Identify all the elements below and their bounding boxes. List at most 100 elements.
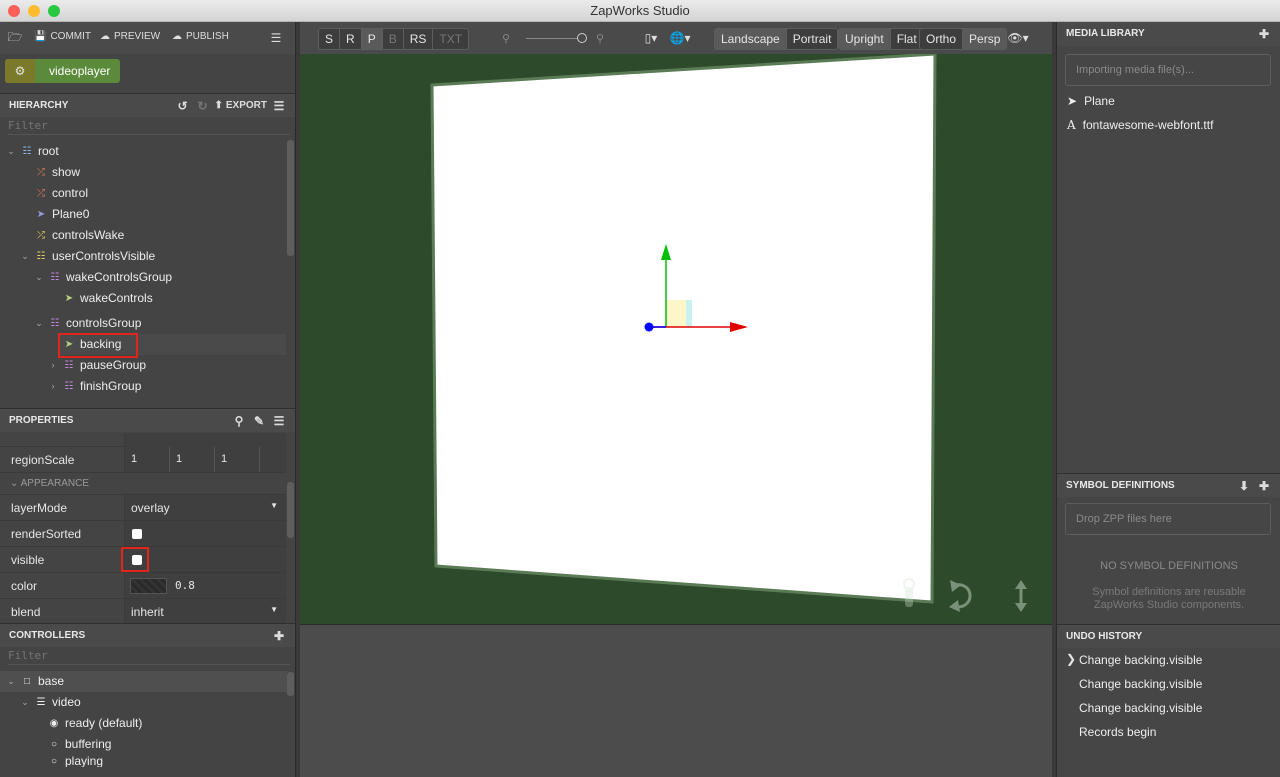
view-s-button[interactable]: S	[319, 29, 341, 49]
media-library-title: MEDIA LIBRARY	[1066, 28, 1145, 39]
controller-item-base[interactable]: ⌄ □ base	[6, 671, 64, 692]
download-icon[interactable]: ⬇	[1236, 478, 1252, 494]
tree-item-label: root	[38, 144, 59, 158]
color-alpha-value[interactable]: 0.8	[175, 579, 195, 592]
zoom-slider-thumb[interactable]	[577, 33, 587, 43]
tree-item-plane0[interactable]: ➤ Plane0	[20, 204, 90, 225]
hierarchy-scrollbar[interactable]	[287, 140, 294, 256]
property-row-partial	[0, 433, 286, 447]
font-icon: A	[1067, 118, 1076, 132]
tree-item-controlsgroup[interactable]: ⌄ ☷ controlsGroup	[34, 313, 141, 334]
chevron-down-icon[interactable]: ⌄	[34, 267, 44, 288]
controller-state-ready[interactable]: ◉ ready (default)	[48, 713, 143, 734]
zoom-out-icon[interactable]: ⚲	[498, 30, 514, 46]
gear-icon: ⚙	[5, 59, 35, 83]
media-item-plane[interactable]: ➤ Plane	[1067, 94, 1115, 108]
group-icon: ☷	[22, 146, 32, 157]
view-b-button[interactable]: B	[383, 29, 404, 49]
blend-select[interactable]: inherit ▼	[124, 599, 286, 624]
plane-object[interactable]	[430, 52, 937, 604]
add-media-icon[interactable]: ✚	[1256, 26, 1272, 42]
eye-dropdown-icon[interactable]: 👁▾	[1006, 30, 1030, 46]
export-button[interactable]: ⬆ EXPORT	[214, 94, 267, 118]
chevron-right-icon[interactable]: ›	[48, 355, 58, 376]
controller-state-buffering[interactable]: ○ buffering	[48, 734, 112, 755]
view-rs-button[interactable]: RS	[404, 29, 434, 49]
tree-item-pausegroup[interactable]: › ☷ pauseGroup	[48, 355, 147, 376]
chevron-down-icon[interactable]: ⌄	[34, 313, 44, 334]
tree-item-wakecontrols[interactable]: ➤ wakeControls	[48, 288, 153, 309]
3d-viewport[interactable]	[300, 52, 1052, 624]
hierarchy-menu-icon[interactable]: ☰	[271, 98, 287, 114]
chevron-down-icon[interactable]: ⌄	[6, 141, 16, 162]
commit-button[interactable]: 💾 COMMIT	[34, 31, 91, 42]
gizmo-plane-yz[interactable]	[686, 300, 692, 327]
left-panel: 🗁 💾 COMMIT ☁ PREVIEW ☁ PUBLISH ☰ ⚙ videopla…	[0, 22, 296, 777]
view-p-button[interactable]: P	[361, 29, 383, 49]
properties-scrollbar[interactable]	[287, 482, 294, 538]
color-swatch[interactable]	[130, 578, 167, 594]
tree-item-controlswake[interactable]: ⤮ controlsWake	[20, 225, 124, 246]
edit-icon[interactable]: ✎	[251, 413, 267, 429]
controller-item-video[interactable]: ⌄ ☰ video	[20, 692, 80, 713]
zoom-in-icon[interactable]: ⚲	[592, 30, 608, 46]
undo-item[interactable]: Records begin	[1079, 725, 1156, 739]
undo-item[interactable]: Change backing.visible	[1079, 677, 1202, 691]
search-icon[interactable]: ⚲	[231, 413, 247, 429]
no-symbols-description: Symbol definitions are reusable ZapWorks…	[1092, 586, 1246, 611]
gizmo-z-handle[interactable]	[644, 322, 654, 332]
hierarchy-filter-input[interactable]	[8, 117, 290, 135]
media-import-dropzone[interactable]: Importing media file(s)...	[1065, 54, 1271, 86]
viewport-toolbar: S R P B RS TXT ⚲ ⚲ ▯▾ 🌐▾ Landscape Portr…	[300, 22, 1052, 54]
rotate-icon[interactable]	[949, 580, 972, 612]
close-window-button[interactable]	[8, 5, 20, 17]
undo-icon[interactable]: ↺	[174, 98, 190, 114]
render-sorted-checkbox[interactable]	[132, 529, 142, 539]
tree-item-finishgroup[interactable]: › ☷ finishGroup	[48, 376, 142, 397]
controllers-scrollbar[interactable]	[287, 672, 294, 696]
maximize-window-button[interactable]	[48, 5, 60, 17]
zpp-dropzone[interactable]: Drop ZPP files here	[1065, 503, 1271, 535]
project-badge[interactable]: ⚙ videoplayer	[5, 59, 120, 83]
chevron-down-icon[interactable]: ⌄	[20, 246, 30, 267]
add-controller-icon[interactable]: ✚	[271, 628, 287, 644]
add-symbol-icon[interactable]: ✚	[1256, 478, 1272, 494]
flat-button[interactable]: Flat	[891, 29, 923, 49]
undo-item[interactable]: Change backing.visible	[1079, 653, 1202, 667]
undo-item[interactable]: Change backing.visible	[1079, 701, 1202, 715]
zoom-slider-track[interactable]	[526, 38, 582, 39]
properties-menu-icon[interactable]: ☰	[271, 413, 287, 429]
tree-item-show[interactable]: ⤮ show	[20, 162, 80, 183]
tree-item-control[interactable]: ⤮ control	[20, 183, 88, 204]
group-icon: ☷	[64, 360, 74, 371]
redo-icon[interactable]: ↻	[194, 98, 210, 114]
upright-button[interactable]: Upright	[839, 29, 891, 49]
view-r-button[interactable]: R	[340, 29, 362, 49]
preview-button[interactable]: ☁ PREVIEW	[100, 31, 160, 42]
ortho-button[interactable]: Ortho	[920, 29, 964, 49]
portrait-button[interactable]: Portrait	[787, 29, 838, 49]
window-title: ZapWorks Studio	[590, 3, 690, 18]
media-item-font[interactable]: A fontawesome-webfont.ttf	[1067, 118, 1213, 132]
device-dropdown-icon[interactable]: ▯▾	[640, 30, 662, 46]
persp-button[interactable]: Persp	[963, 29, 1007, 49]
region-scale-x-input[interactable]: 1	[125, 447, 170, 472]
publish-button[interactable]: ☁ PUBLISH	[172, 31, 229, 42]
open-folder-icon[interactable]: 🗁	[7, 30, 23, 46]
globe-dropdown-icon[interactable]: 🌐▾	[668, 30, 692, 46]
chevron-right-icon[interactable]: ›	[48, 376, 58, 397]
region-scale-z-input[interactable]: 1	[215, 447, 260, 472]
controllers-filter-input[interactable]	[8, 647, 290, 665]
vertical-resize-icon[interactable]	[1015, 580, 1027, 612]
controller-state-playing[interactable]: ○ playing	[48, 755, 103, 767]
landscape-button[interactable]: Landscape	[715, 29, 787, 49]
minimize-window-button[interactable]	[28, 5, 40, 17]
appearance-section-toggle[interactable]: ⌄ APPEARANCE	[0, 473, 286, 495]
menu-icon[interactable]: ☰	[268, 30, 284, 46]
tree-item-wakecontrolsgroup[interactable]: ⌄ ☷ wakeControlsGroup	[34, 267, 172, 288]
region-scale-y-input[interactable]: 1	[170, 447, 215, 472]
tree-item-usercontrolsvisible[interactable]: ⌄ ☷ userControlsVisible	[20, 246, 155, 267]
view-txt-button[interactable]: TXT	[433, 29, 468, 49]
tree-item-root[interactable]: ⌄ ☷ root	[6, 141, 59, 162]
layer-mode-select[interactable]: overlay ▼	[124, 495, 286, 520]
